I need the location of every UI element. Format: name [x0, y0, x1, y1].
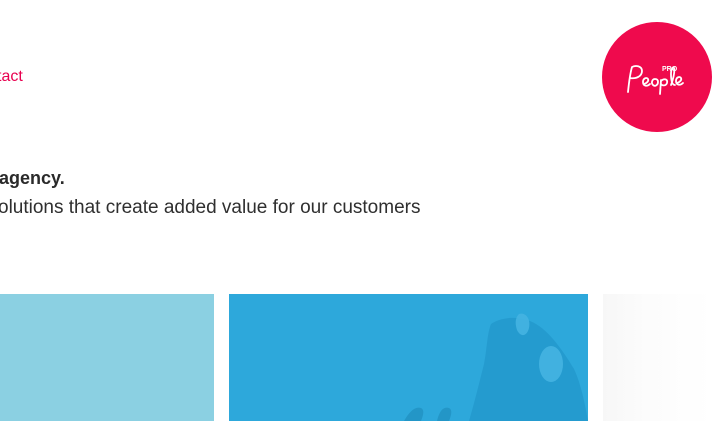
page: tact PRO agency. olutions t: [0, 0, 713, 421]
hero-subline: olutions that create added value for our…: [0, 197, 421, 218]
pro-people-logo[interactable]: PRO: [602, 22, 712, 132]
feature-tile-2[interactable]: [229, 294, 588, 421]
feature-tile-1[interactable]: [0, 294, 214, 421]
logo-wordmark: PRO: [627, 65, 684, 95]
logo-people-script: [627, 65, 684, 95]
nav-contact-link[interactable]: tact: [0, 68, 23, 86]
logo-pro-text: PRO: [662, 66, 678, 73]
hero-headline: agency.: [0, 168, 65, 188]
feature-tile-3[interactable]: [603, 294, 713, 421]
hand-image: [404, 313, 588, 421]
